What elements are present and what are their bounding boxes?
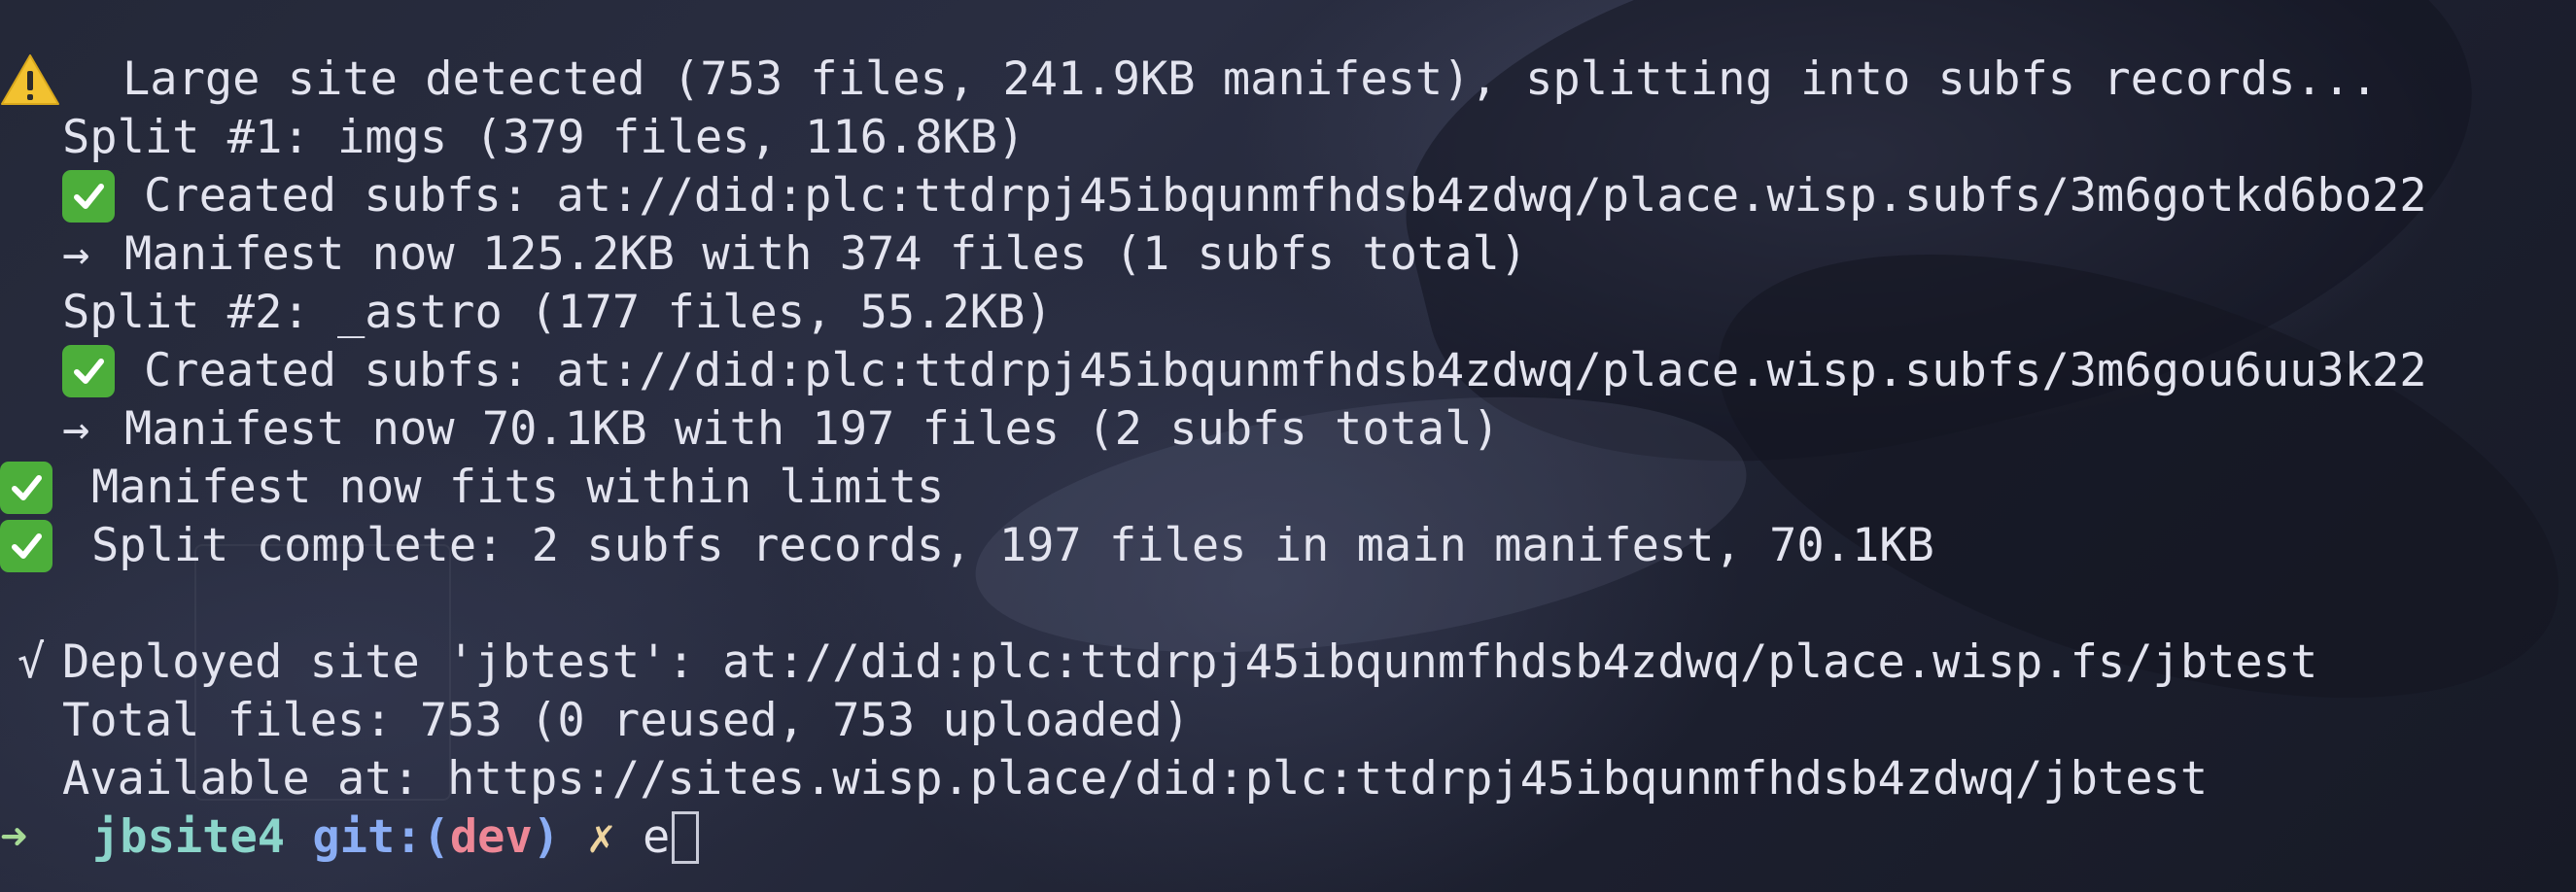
prompt-arrow-icon: ➜ <box>0 810 28 864</box>
output-line: Split #1: imgs (379 files, 116.8KB) <box>0 109 2576 167</box>
output-text: Created subfs: at://did:plc:ttdrpj45ibqu… <box>144 344 2427 397</box>
output-line: → Manifest now 125.2KB with 374 files (1… <box>0 225 2576 284</box>
arrow-right-icon: → <box>62 402 90 456</box>
prompt-git-label: git:( <box>312 810 450 864</box>
command-input[interactable]: e <box>643 808 670 867</box>
prompt-dirty-mark: ✗ <box>587 810 615 864</box>
output-text: Available at: https://sites.wisp.place/d… <box>62 752 2209 806</box>
output-line: Created subfs: at://did:plc:ttdrpj45ibqu… <box>0 167 2576 225</box>
output-line: Split #2: _astro (177 files, 55.2KB) <box>0 284 2576 342</box>
output-line: Available at: https://sites.wisp.place/d… <box>0 750 2576 808</box>
check-mark-icon <box>62 170 115 223</box>
output-line: Total files: 753 (0 reused, 753 uploaded… <box>0 692 2576 750</box>
checkmark-tick-icon: √ <box>17 635 46 689</box>
terminal-output: Large site detected (753 files, 241.9KB … <box>0 51 2576 867</box>
output-text: Split #2: _astro (177 files, 55.2KB) <box>62 286 1053 339</box>
output-text: Split complete: 2 subfs records, 197 fil… <box>91 519 1934 572</box>
check-mark-icon <box>0 520 52 572</box>
check-mark-icon <box>62 345 115 397</box>
output-line: Large site detected (753 files, 241.9KB … <box>0 51 2576 109</box>
prompt-directory: jbsite4 <box>92 810 286 864</box>
output-line: → Manifest now 70.1KB with 197 files (2 … <box>0 400 2576 459</box>
terminal-window[interactable]: Large site detected (753 files, 241.9KB … <box>0 0 2576 892</box>
check-mark-icon <box>0 462 52 514</box>
output-text: Manifest now 125.2KB with 374 files (1 s… <box>124 227 1528 281</box>
output-text: Created subfs: at://did:plc:ttdrpj45ibqu… <box>144 169 2427 223</box>
output-text: Total files: 753 (0 reused, 753 uploaded… <box>62 694 1191 747</box>
prompt-git-close: ) <box>532 810 561 864</box>
prompt-branch: dev <box>449 810 533 864</box>
output-text: Split #1: imgs (379 files, 116.8KB) <box>62 111 1026 164</box>
output-text: Large site detected (753 files, 241.9KB … <box>122 52 2379 106</box>
output-line: √ Deployed site 'jbtest': at://did:plc:t… <box>0 634 2576 692</box>
output-line: Split complete: 2 subfs records, 197 fil… <box>0 517 2576 575</box>
output-line: Manifest now fits within limits <box>0 459 2576 517</box>
output-line: Created subfs: at://did:plc:ttdrpj45ibqu… <box>0 342 2576 400</box>
warning-icon <box>0 52 60 107</box>
output-text: Manifest now 70.1KB with 197 files (2 su… <box>124 402 1500 456</box>
prompt-line[interactable]: ➜ jbsite4 git:( dev ) ✗ e <box>0 808 2576 867</box>
text-cursor-icon <box>672 811 700 864</box>
arrow-right-icon: → <box>62 227 90 281</box>
output-text: Deployed site 'jbtest': at://did:plc:ttd… <box>62 635 2318 689</box>
output-text: Manifest now fits within limits <box>91 461 945 514</box>
